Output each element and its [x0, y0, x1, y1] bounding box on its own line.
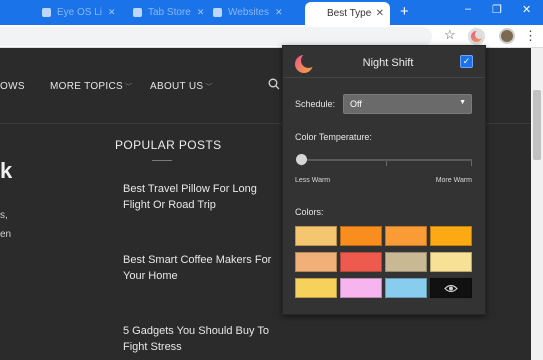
chevron-down-icon: ﹀ — [124, 84, 133, 91]
slider-tick — [386, 161, 387, 166]
schedule-value: Off — [350, 99, 362, 109]
tab-close-icon[interactable]: ✕ — [376, 8, 384, 19]
temperature-slider-thumb[interactable] — [296, 154, 307, 165]
nav-item-about-us[interactable]: ABOUT US ﹀ — [150, 81, 213, 92]
color-swatch[interactable] — [295, 278, 337, 298]
color-temperature-label: Color Temperature: — [295, 132, 372, 142]
schedule-label: Schedule: — [295, 99, 336, 109]
post-link[interactable]: Best Travel Pillow For Long Flight Or Ro… — [123, 181, 273, 213]
hero-heading-fragment: k — [0, 158, 13, 183]
color-swatch[interactable] — [430, 226, 472, 246]
tab-close-icon[interactable]: ✕ — [197, 7, 205, 18]
maximize-button[interactable]: ❐ — [492, 3, 502, 16]
color-swatch[interactable] — [295, 226, 337, 246]
tab-1[interactable]: Eye OS Li ✕ — [42, 5, 116, 20]
color-swatch[interactable] — [385, 278, 427, 298]
enable-checkbox[interactable]: ✓ — [460, 55, 473, 68]
profile-avatar[interactable] — [499, 28, 515, 44]
title-divider — [152, 160, 172, 161]
less-warm-label: Less Warm — [295, 177, 331, 184]
address-bar[interactable] — [0, 27, 432, 46]
custom-color-swatch[interactable] — [430, 278, 472, 298]
tab-title: Websites — [228, 7, 269, 18]
colors-label: Colors: — [295, 207, 324, 217]
nav-label: ABOUT US — [150, 81, 204, 92]
tab-title: Tab Store — [148, 7, 191, 18]
nav-label: MORE TOPICS — [50, 81, 123, 92]
eye-icon — [444, 284, 458, 292]
popular-posts-title: POPULAR POSTS — [115, 138, 222, 152]
text-fragment: en — [0, 229, 12, 240]
search-icon[interactable] — [268, 78, 280, 90]
night-shift-popup: Night Shift ✓ Schedule: Off ▼ Color Temp… — [282, 45, 486, 315]
slider-tick — [471, 161, 472, 166]
moon-icon — [471, 30, 484, 42]
new-tab-button[interactable]: + — [400, 3, 409, 20]
color-swatch[interactable] — [385, 252, 427, 272]
star-icon[interactable]: ☆ — [444, 27, 456, 43]
scrollbar-thumb[interactable] — [533, 90, 541, 160]
color-swatch[interactable] — [340, 226, 382, 246]
text-fragment: s, — [0, 210, 8, 221]
tab-3[interactable]: Websites ✕ — [213, 5, 283, 20]
minimize-button[interactable]: – — [465, 3, 471, 15]
tab-close-icon[interactable]: ✕ — [275, 7, 283, 18]
tab-strip: Eye OS Li ✕ Tab Store ✕ Websites ✕ Best … — [0, 0, 543, 25]
more-warm-label: More Warm — [435, 177, 472, 184]
popup-title: Night Shift — [362, 57, 414, 69]
color-swatch-grid — [295, 226, 473, 298]
active-tab[interactable]: Best Type-C ✕ — [305, 2, 390, 25]
color-swatch[interactable] — [385, 226, 427, 246]
night-shift-logo-icon — [295, 53, 316, 73]
nav-item-news[interactable]: OWS — [0, 81, 25, 92]
tab-favicon — [213, 8, 222, 17]
active-tab-title: Best Type-C — [327, 8, 372, 19]
tab-title: Eye OS Li — [57, 7, 103, 18]
night-shift-extension-icon[interactable] — [468, 28, 485, 45]
menu-icon[interactable]: ⋮ — [524, 28, 537, 44]
tab-2[interactable]: Tab Store ✕ — [133, 5, 204, 20]
color-swatch[interactable] — [295, 252, 337, 272]
nav-label: OWS — [0, 81, 25, 92]
chevron-down-icon: ﹀ — [205, 84, 213, 91]
caret-down-icon: ▼ — [459, 99, 466, 106]
close-window-button[interactable]: ✕ — [522, 3, 531, 16]
color-swatch[interactable] — [340, 278, 382, 298]
tab-close-icon[interactable]: ✕ — [108, 7, 116, 18]
tab-favicon — [42, 8, 51, 17]
color-swatch[interactable] — [340, 252, 382, 272]
color-swatch[interactable] — [430, 252, 472, 272]
post-link[interactable]: 5 Gadgets You Should Buy To Fight Stress — [123, 323, 273, 355]
nav-item-more-topics[interactable]: MORE TOPICS ﹀ — [50, 81, 132, 92]
schedule-select[interactable]: Off ▼ — [343, 94, 472, 114]
popup-header: Night Shift ✓ — [283, 46, 485, 78]
tab-favicon — [133, 8, 142, 17]
post-link[interactable]: Best Smart Coffee Makers For Your Home — [123, 252, 273, 284]
